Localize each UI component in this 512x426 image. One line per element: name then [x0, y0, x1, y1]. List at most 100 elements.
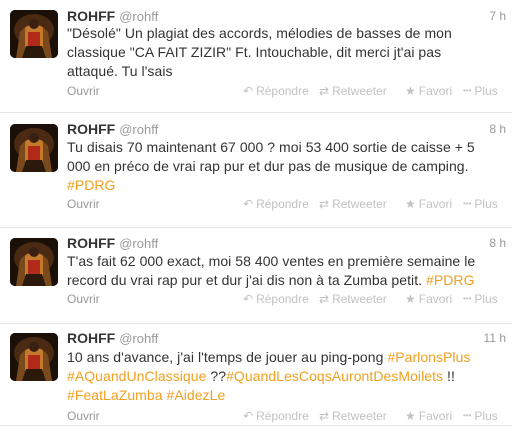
hashtag-link[interactable]: #PDRG	[67, 177, 115, 193]
retweet-label: Retweeter	[332, 84, 387, 98]
tweet-timestamp[interactable]: 7 h	[489, 9, 506, 23]
tweet-actions: Ouvrir ↶ Répondre ⇄ Retweeter ★ Favori ••• Plus	[67, 84, 506, 100]
favorite-label: Favori	[418, 409, 453, 423]
tweet[interactable]: ROHFF @rohff 11 h 10 ans d'avance, j'ai l't…	[0, 324, 512, 426]
tweet-text: Tu disais 70 maintenant 67 000 ? moi 53 …	[67, 138, 499, 195]
author-name[interactable]: ROHFF	[67, 330, 115, 346]
retweet-icon: ⇄	[319, 409, 330, 423]
expand-link[interactable]: Ouvrir	[67, 292, 100, 306]
more-icon: •••	[463, 294, 472, 303]
retweet-button[interactable]: ⇄ Retweeter	[319, 292, 387, 306]
reply-button[interactable]: ↶ Répondre	[243, 197, 309, 211]
tweet-text-segment: ??	[206, 368, 227, 384]
more-button[interactable]: ••• Plus	[463, 292, 498, 306]
reply-button[interactable]: ↶ Répondre	[243, 84, 309, 98]
author-handle[interactable]: @rohff	[119, 9, 158, 24]
favorite-button[interactable]: ★ Favori	[405, 197, 452, 211]
avatar[interactable]	[10, 238, 58, 286]
avatar-image	[10, 124, 58, 172]
favorite-button[interactable]: ★ Favori	[405, 84, 452, 98]
tweet-actions: Ouvrir ↶ Répondre ⇄ Retweeter ★ Favori ••• Plus	[67, 409, 506, 425]
more-label: Plus	[474, 197, 498, 211]
more-icon: •••	[463, 86, 472, 95]
reply-button[interactable]: ↶ Répondre	[243, 292, 309, 306]
favorite-button[interactable]: ★ Favori	[405, 409, 452, 423]
star-icon: ★	[405, 197, 416, 211]
reply-label: Répondre	[256, 197, 309, 211]
tweet-timestamp[interactable]: 11 h	[484, 331, 506, 345]
favorite-label: Favori	[418, 292, 453, 306]
retweet-icon: ⇄	[319, 197, 330, 211]
author-name[interactable]: ROHFF	[67, 121, 115, 137]
avatar-image	[10, 238, 58, 286]
reply-label: Répondre	[256, 292, 309, 306]
hashtag-link[interactable]: #ParlonsPlus	[387, 349, 470, 365]
author-handle[interactable]: @rohff	[119, 331, 158, 346]
retweet-label: Retweeter	[332, 197, 387, 211]
author-name[interactable]: ROHFF	[67, 235, 115, 251]
tweet-actions: Ouvrir ↶ Répondre ⇄ Retweeter ★ Favori ••• Plus	[67, 197, 506, 213]
tweet-text-segment: 10 ans d'avance, j'ai l'temps de jouer a…	[67, 349, 388, 365]
tweet-text-segment: Tu disais 70 maintenant 67 000 ? moi 53 …	[67, 139, 475, 155]
avatar-image	[10, 10, 58, 58]
tweet-timestamp[interactable]: 8 h	[489, 122, 506, 136]
star-icon: ★	[405, 409, 416, 423]
star-icon: ★	[405, 292, 416, 306]
star-icon: ★	[405, 84, 416, 98]
author-handle[interactable]: @rohff	[119, 122, 158, 137]
more-label: Plus	[474, 409, 498, 423]
more-button[interactable]: ••• Plus	[463, 84, 498, 98]
tweet[interactable]: ROHFF @rohff 8 h T'as fait 62 000 exact, mo…	[0, 228, 512, 324]
tweet-text-segment: classique "CA FAIT ZIZIR" Ft. Intouchabl…	[67, 44, 442, 60]
more-icon: •••	[463, 199, 472, 208]
tweet[interactable]: ROHFF @rohff 8 h Tu disais 70 maintenant 67…	[0, 113, 512, 228]
author-name[interactable]: ROHFF	[67, 8, 115, 24]
tweet-text: T'as fait 62 000 exact, moi 58 400 vente…	[67, 252, 499, 290]
retweet-button[interactable]: ⇄ Retweeter	[319, 84, 387, 98]
reply-label: Répondre	[256, 409, 309, 423]
reply-icon: ↶	[243, 84, 254, 98]
reply-icon: ↶	[243, 409, 254, 423]
hashtag-link[interactable]: #AQuandUnClassique	[67, 368, 206, 384]
tweet-text-segment: attaqué. Tu l'sais	[67, 63, 173, 79]
tweet-actions: Ouvrir ↶ Répondre ⇄ Retweeter ★ Favori ••• Plus	[67, 292, 506, 308]
reply-label: Répondre	[256, 84, 309, 98]
avatar[interactable]	[10, 124, 58, 172]
retweet-button[interactable]: ⇄ Retweeter	[319, 197, 387, 211]
reply-icon: ↶	[243, 197, 254, 211]
more-button[interactable]: ••• Plus	[463, 409, 498, 423]
tweet-header: ROHFF @rohff 11 h	[67, 330, 506, 350]
tweet-text: "Désolé" Un plagiat des accords, mélodie…	[67, 24, 499, 81]
more-icon: •••	[463, 411, 472, 420]
favorite-label: Favori	[418, 197, 453, 211]
tweet-timestamp[interactable]: 8 h	[489, 236, 506, 250]
favorite-label: Favori	[418, 84, 453, 98]
hashtag-link[interactable]: #FeatLaZumba	[67, 387, 163, 403]
more-label: Plus	[474, 84, 498, 98]
retweet-label: Retweeter	[332, 409, 387, 423]
hashtag-link[interactable]: #QuandLesCoqsAurontDesMoilets	[226, 368, 443, 384]
avatar[interactable]	[10, 10, 58, 58]
expand-link[interactable]: Ouvrir	[67, 197, 100, 211]
more-button[interactable]: ••• Plus	[463, 197, 498, 211]
retweet-icon: ⇄	[319, 84, 330, 98]
reply-icon: ↶	[243, 292, 254, 306]
reply-button[interactable]: ↶ Répondre	[243, 409, 309, 423]
tweet-text-segment: !!	[443, 368, 455, 384]
favorite-button[interactable]: ★ Favori	[405, 292, 452, 306]
tweet-text-segment: "Désolé" Un plagiat des accords, mélodie…	[67, 25, 452, 41]
retweet-icon: ⇄	[319, 292, 330, 306]
tweet[interactable]: ROHFF @rohff 7 h "Désolé" Un plagiat des ac…	[0, 0, 512, 113]
author-handle[interactable]: @rohff	[119, 236, 158, 251]
expand-link[interactable]: Ouvrir	[67, 409, 100, 423]
tweet-text-segment: 000 en préco de vrai rap pur et dur pas …	[67, 158, 469, 174]
avatar-image	[10, 333, 58, 381]
tweet-text: 10 ans d'avance, j'ai l'temps de jouer a…	[67, 348, 499, 405]
retweet-button[interactable]: ⇄ Retweeter	[319, 409, 387, 423]
more-label: Plus	[474, 292, 498, 306]
avatar[interactable]	[10, 333, 58, 381]
hashtag-link[interactable]: #PDRG	[426, 272, 474, 288]
expand-link[interactable]: Ouvrir	[67, 84, 100, 98]
hashtag-link[interactable]: #AidezLe	[167, 387, 226, 403]
retweet-label: Retweeter	[332, 292, 387, 306]
